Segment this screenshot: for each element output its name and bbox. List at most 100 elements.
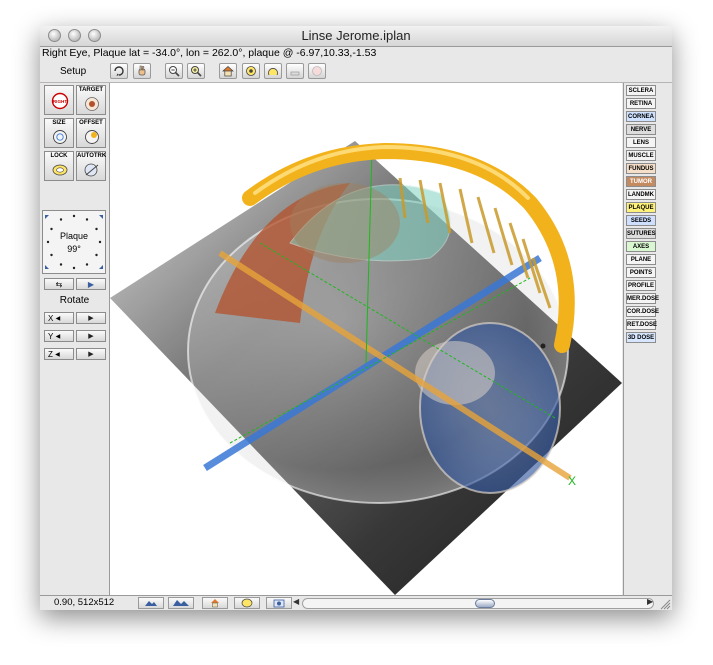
flip-icon: ⇆	[55, 279, 63, 289]
home-view-button[interactable]	[219, 63, 237, 79]
x-axis-label: X	[568, 474, 576, 488]
optic-nerve	[290, 183, 400, 263]
scroll-left-arrow-icon[interactable]: ◀	[293, 597, 299, 606]
window-title: Linse Jerome.iplan	[301, 28, 411, 43]
arrow-left-icon: ◀	[55, 315, 61, 322]
title-bar[interactable]: Linse Jerome.iplan	[40, 26, 672, 47]
axis-z-label: Z	[48, 349, 53, 359]
size-label: SIZE	[52, 120, 66, 126]
layer-toggle-ret-dose[interactable]: RET.DOSE	[626, 319, 657, 330]
flip-button[interactable]: ⇆	[44, 278, 74, 290]
view-1-button[interactable]	[242, 63, 260, 79]
rotate-view-button[interactable]	[110, 63, 128, 79]
mountain-large-icon	[173, 600, 189, 606]
eye-3d-viewport[interactable]: Z X	[110, 83, 622, 595]
mountain-small-button[interactable]	[138, 597, 164, 609]
view-4-button[interactable]	[308, 63, 326, 79]
axis-y-label: Y	[48, 331, 54, 341]
dial-step-right-button[interactable]: ▶	[76, 278, 106, 290]
arrow-right-icon: ▶	[88, 315, 94, 322]
toolbar: Setup	[40, 60, 672, 83]
plaque-view-button[interactable]	[234, 597, 260, 609]
setup-label: Setup	[60, 66, 87, 77]
arrow-right-icon: ▶	[88, 333, 94, 340]
hand-icon	[138, 65, 146, 76]
bottom-bar: 0.90, 512x512 ◀ ▶	[40, 595, 672, 610]
zoom-out-button[interactable]	[165, 63, 183, 79]
layer-toggle-cornea[interactable]: CORNEA	[626, 111, 656, 122]
view-3-icon	[290, 71, 300, 76]
size-button[interactable]: SIZE	[44, 118, 74, 148]
target-button[interactable]: TARGET	[76, 85, 106, 115]
size-icon	[53, 130, 67, 144]
view-4-icon	[312, 66, 322, 76]
rotate-y-minus-button[interactable]: Y ◀	[44, 330, 74, 342]
layer-toggle-retina[interactable]: RETINA	[626, 98, 656, 109]
layer-toggle-plaque[interactable]: PLAQUE	[626, 202, 656, 213]
scrollbar-thumb[interactable]	[474, 599, 495, 608]
rotate-z-minus-button[interactable]: Z ◀	[44, 348, 74, 360]
view-2-button[interactable]	[264, 63, 282, 79]
layer-toggle-profile[interactable]: PROFILE	[626, 280, 656, 291]
app-window: Linse Jerome.iplan Right Eye, Plaque lat…	[40, 26, 672, 610]
view-1-icon	[246, 66, 256, 76]
screenshot-button[interactable]	[266, 597, 292, 609]
hand-tool-button[interactable]	[133, 63, 151, 79]
scroll-right-arrow-icon[interactable]: ▶	[647, 597, 653, 606]
camera-icon	[273, 599, 285, 608]
layer-toggle-fundus[interactable]: FUNDUS	[626, 163, 656, 174]
rotate-label: Rotate	[59, 295, 90, 306]
layer-toggle-nerve[interactable]: NERVE	[626, 124, 656, 135]
layer-toggle-plane[interactable]: PLANE	[626, 254, 656, 265]
rotate-x-plus-button[interactable]: ▶	[76, 312, 106, 324]
rotate-view-icon	[114, 66, 124, 76]
target-label: TARGET	[78, 87, 104, 93]
rotate-y-plus-button[interactable]: ▶	[76, 330, 106, 342]
layer-toggle-axes[interactable]: AXES	[626, 241, 656, 252]
layer-toggle-points[interactable]: POINTS	[626, 267, 656, 278]
home-icon	[222, 66, 234, 77]
layer-toggle-lens[interactable]: LENS	[626, 137, 656, 148]
zoom-in-icon	[191, 66, 202, 77]
right-eye-icon: RIGHT	[51, 92, 69, 110]
layer-toggle-tumor[interactable]: TUMOR	[626, 176, 656, 187]
offset-button[interactable]: OFFSET	[76, 118, 106, 148]
plaque-suture-point	[540, 343, 546, 349]
eye-render: Z X	[110, 141, 622, 595]
dial-ticks	[45, 214, 103, 270]
target-icon	[85, 97, 99, 111]
layer-toggle-mer-dose[interactable]: MER.DOSE	[626, 293, 659, 304]
zoom-in-button[interactable]	[187, 63, 205, 79]
arrow-left-icon: ◀	[55, 351, 60, 358]
dial-value: 99°	[67, 244, 81, 254]
layer-toggle-seeds[interactable]: SEEDS	[626, 215, 656, 226]
resize-grip-icon[interactable]	[659, 598, 671, 610]
plaque-view-icon	[241, 598, 253, 608]
dial-label: Plaque	[59, 231, 89, 241]
layer-toggle-muscle[interactable]: MUSCLE	[626, 150, 656, 161]
arrow-right-icon: ▶	[88, 351, 94, 358]
autotrack-button[interactable]: AUTOTRK	[76, 151, 106, 181]
rotate-z-plus-button[interactable]: ▶	[76, 348, 106, 360]
right-eye-text: RIGHT	[53, 99, 67, 104]
horizontal-scrollbar[interactable]	[302, 598, 654, 609]
zoom-readout: 0.90, 512x512	[54, 597, 115, 608]
view-2-icon	[268, 68, 278, 76]
status-line: Right Eye, Plaque lat = -34.0°, lon = 26…	[42, 47, 377, 59]
layer-toggle-sclera[interactable]: SCLERA	[626, 85, 656, 96]
mountain-large-button[interactable]	[168, 597, 194, 609]
home-button[interactable]	[202, 597, 228, 609]
lock-label: LOCK	[50, 153, 68, 159]
zoom-out-icon	[169, 66, 180, 77]
layer-toggle-cor-dose[interactable]: COR.DOSE	[626, 306, 659, 317]
left-control-panel: RIGHT TARGET SIZE OFFSET LOCK AUTOTRK Pl…	[40, 83, 110, 595]
layer-toggle-sutures[interactable]: SUTURES	[626, 228, 656, 239]
right-eye-button[interactable]: RIGHT	[44, 85, 74, 115]
mountain-small-icon	[145, 601, 157, 606]
layer-toggle-3d-dose[interactable]: 3D DOSE	[626, 332, 656, 343]
rotate-x-minus-button[interactable]: X ◀	[44, 312, 74, 324]
view-3-button[interactable]	[286, 63, 304, 79]
plaque-rotation-dial[interactable]: Plaque 99°	[42, 210, 106, 274]
layer-toggle-landmk[interactable]: LANDMK	[626, 189, 656, 200]
lock-button[interactable]: LOCK	[44, 151, 74, 181]
